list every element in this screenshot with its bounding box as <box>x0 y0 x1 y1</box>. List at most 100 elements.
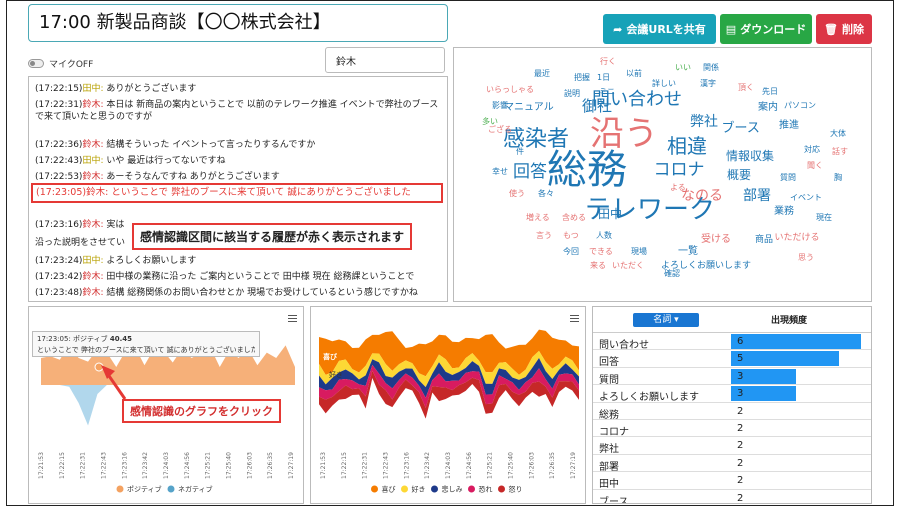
cloud-word[interactable]: 関係 <box>703 64 719 72</box>
cloud-word[interactable]: 案内 <box>758 103 778 113</box>
emotion-chart[interactable]: 喜び好き怒り17:21:53 17:22:15 17:22:31 17:22:43 17… <box>311 307 586 504</box>
cloud-word[interactable]: 件 <box>516 148 524 156</box>
frequency-row[interactable]: 問い合わせ 6 <box>593 333 871 351</box>
cloud-word[interactable]: 相違 <box>667 136 707 156</box>
cloud-word[interactable]: 総務 <box>547 150 627 190</box>
cloud-word[interactable]: できる <box>589 248 613 256</box>
frequency-row[interactable]: 弊社 2 <box>593 437 871 455</box>
transcript-line[interactable]: (17:22:53)鈴木: あーそうなんですね ありがとうございます <box>35 171 443 183</box>
transcript-line[interactable]: (17:22:43)田中: いや 最近は行ってないですね <box>35 155 443 167</box>
cloud-word[interactable]: いらっしゃる <box>486 86 534 94</box>
cloud-word[interactable]: コロナ <box>654 161 705 179</box>
frequency-row[interactable]: よろしくお願いします 3 <box>593 385 871 403</box>
cloud-word[interactable]: 感染者 <box>503 129 569 151</box>
transcript-line[interactable]: (17:23:24)田中: よろしくお願いします <box>35 255 443 267</box>
cloud-word[interactable]: 各々 <box>538 190 554 198</box>
cloud-word[interactable]: 来る <box>590 262 606 270</box>
frequency-row[interactable]: ブース 2 <box>593 490 871 503</box>
cloud-word[interactable]: 概要 <box>727 169 751 181</box>
cloud-word[interactable]: 言う <box>536 232 552 240</box>
cloud-word[interactable]: 大体 <box>830 130 846 138</box>
transcript-list[interactable]: (17:22:15)田中: ありがとうございます (17:22:31)鈴木: 本日… <box>28 76 448 302</box>
emotion-chart-panel[interactable]: 喜び 好き 怒り 17:21:53 17:22:15 17:22:31 17:22:43 17… <box>310 306 586 504</box>
line-speaker: 田中: <box>82 84 107 94</box>
cloud-word[interactable]: 胸 <box>834 174 842 182</box>
cloud-word[interactable]: パソコン <box>784 102 816 110</box>
cloud-word[interactable]: 受ける <box>701 235 731 245</box>
transcript-line[interactable]: (17:22:31)鈴木: 本日は 新商品の案内ということで 以前のテレワーク推… <box>35 99 443 123</box>
cloud-word[interactable]: 含める <box>562 214 586 222</box>
cloud-word[interactable]: 頂く <box>738 84 754 92</box>
cloud-word[interactable]: 人数 <box>596 232 612 240</box>
cloud-word[interactable]: なのる <box>681 189 723 203</box>
cloud-word[interactable]: 今回 <box>563 248 579 256</box>
cloud-word[interactable]: 質問 <box>780 174 796 182</box>
cloud-word[interactable]: 幸せ <box>492 168 508 176</box>
frequency-row[interactable]: 回答 5 <box>593 350 871 368</box>
speaker-input[interactable]: 鈴木 <box>325 47 445 73</box>
cloud-word[interactable]: 情報収集 <box>726 150 774 162</box>
line-time: (17:23:05) <box>36 187 87 198</box>
cloud-word[interactable]: ござる <box>488 126 512 134</box>
legend-label: 怒り <box>509 485 523 494</box>
x-tick-label: 17:22:15 <box>59 452 66 479</box>
cloud-word[interactable]: 田中 <box>598 208 622 220</box>
cloud-word[interactable]: 一覧 <box>678 247 698 257</box>
cloud-word[interactable]: 商品 <box>755 235 773 245</box>
cloud-word[interactable]: 確認 <box>664 270 680 278</box>
toggle-switch-icon[interactable] <box>28 59 44 68</box>
cloud-word[interactable]: 最近 <box>534 70 550 78</box>
transcript-line[interactable]: (17:23:42)鈴木: 田中様の業務に沿った ご案内ということで 田中様 現… <box>35 271 443 283</box>
cloud-word[interactable]: 以前 <box>626 70 642 78</box>
cloud-word[interactable]: 話す <box>832 148 848 156</box>
cloud-word[interactable]: イベント <box>790 194 822 202</box>
transcript-line[interactable]: (17:23:05)鈴木: ということで 弊社のブースに来て頂いて 誠にありがと… <box>31 183 443 203</box>
cloud-word[interactable]: 思う <box>798 254 814 262</box>
cloud-word[interactable]: もつ <box>563 232 579 240</box>
transcript-line[interactable]: (17:22:15)田中: ありがとうございます <box>35 83 443 95</box>
cloud-word[interactable]: 部署 <box>743 189 771 203</box>
cloud-word[interactable]: 沿う <box>590 117 658 151</box>
mic-toggle[interactable]: マイクOFF <box>28 57 93 70</box>
share-url-button[interactable]: ➦ 会議URLを共有 <box>603 14 716 44</box>
frequency-row[interactable]: 部署 2 <box>593 455 871 473</box>
cloud-word[interactable]: ブース <box>722 122 760 135</box>
cloud-word[interactable]: 聞く <box>807 162 823 170</box>
cloud-word[interactable]: 増える <box>526 214 550 222</box>
transcript-line[interactable]: (17:23:48)鈴木: 結構 総務関係のお問い合わせとか 現場でお受けしてい… <box>35 287 443 299</box>
cloud-word[interactable]: 推進 <box>779 121 799 131</box>
frequency-row[interactable]: コロナ 2 <box>593 420 871 438</box>
cloud-word[interactable]: 先日 <box>762 88 778 96</box>
cloud-word[interactable]: 現場 <box>631 248 647 256</box>
cloud-word[interactable]: 回答 <box>513 163 547 181</box>
cloud-word[interactable]: いい <box>675 64 691 72</box>
line-time: (17:23:42) <box>35 272 83 282</box>
cloud-word[interactable]: よる <box>670 184 686 192</box>
transcript-line[interactable]: (17:22:36)鈴木: 結構そういった イベントって言ったりするんですか <box>35 139 443 151</box>
cloud-word[interactable]: 1日 <box>597 74 610 82</box>
cloud-word[interactable]: 御社 <box>582 98 612 114</box>
cloud-word[interactable]: マニュアル <box>504 103 554 113</box>
cloud-word[interactable]: いただける <box>775 233 820 243</box>
meeting-title-input[interactable]: 17:00 新製品商談【〇〇株式会社】 <box>28 4 448 42</box>
frequency-row[interactable]: 田中 2 <box>593 472 871 490</box>
cloud-word[interactable]: 現在 <box>816 214 832 222</box>
download-button[interactable]: ▤ ダウンロード <box>720 14 812 44</box>
cloud-word[interactable]: 詳しい <box>652 80 676 88</box>
frequency-row[interactable]: 質問 3 <box>593 368 871 386</box>
cloud-word[interactable]: 業務 <box>774 207 794 217</box>
pos-filter-dropdown[interactable]: 名詞 ▾ <box>633 313 699 327</box>
cloud-word[interactable]: 把握 <box>574 74 590 82</box>
cloud-word[interactable]: 弊社 <box>690 115 718 129</box>
cloud-word[interactable]: 漢字 <box>700 80 716 88</box>
frequency-row[interactable]: 総務 2 <box>593 403 871 421</box>
delete-button[interactable]: 🗑 削除 <box>816 14 872 44</box>
cloud-word[interactable]: 行く <box>600 58 616 66</box>
cloud-word[interactable]: 影響 <box>492 102 508 110</box>
cloud-word[interactable]: 使う <box>509 190 525 198</box>
cloud-word[interactable]: いただく <box>612 262 644 270</box>
cloud-word[interactable]: 対応 <box>804 146 820 154</box>
cloud-word[interactable]: 説明 <box>564 90 580 98</box>
x-tick-label: 17:26:03 <box>528 452 535 479</box>
cloud-word[interactable]: ミニ <box>599 88 615 96</box>
